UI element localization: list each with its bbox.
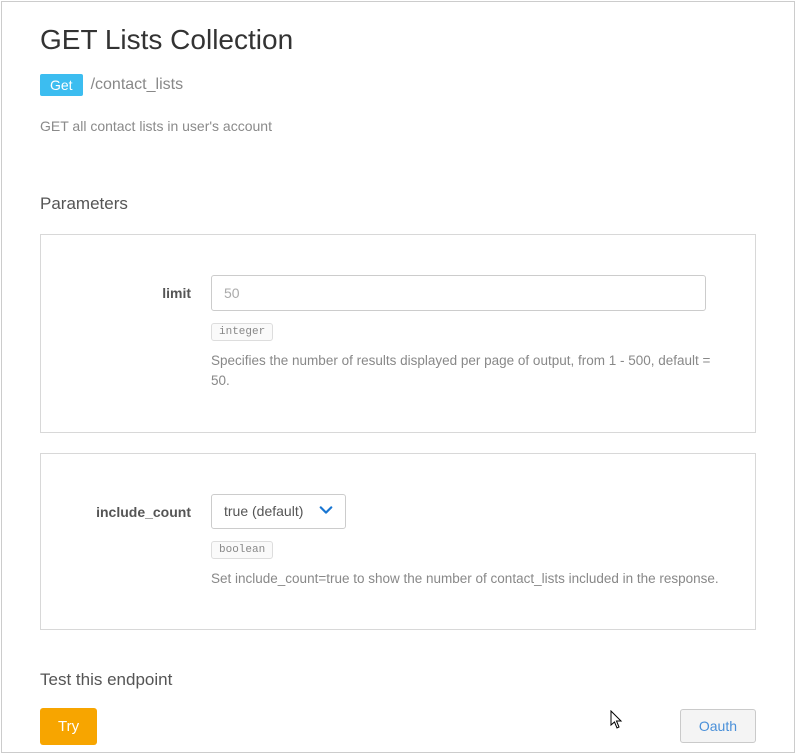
param-limit-label: limit <box>61 275 211 301</box>
button-row: Try Oauth <box>40 708 756 745</box>
param-include-count-box: include_count true (default) boolean Set… <box>40 453 756 630</box>
param-include-count-select[interactable]: true (default) <box>211 494 346 529</box>
endpoint-description: GET all contact lists in user's account <box>40 118 756 134</box>
test-endpoint-header: Test this endpoint <box>40 670 756 690</box>
endpoint-line: Get /contact_lists <box>40 74 756 96</box>
page-title: GET Lists Collection <box>40 24 756 56</box>
http-method-badge: Get <box>40 74 83 96</box>
endpoint-path: /contact_lists <box>91 76 183 94</box>
api-doc-panel: GET Lists Collection Get /contact_lists … <box>1 1 795 753</box>
param-limit-description: Specifies the number of results displaye… <box>211 351 725 392</box>
param-include-count-description: Set include_count=true to show the numbe… <box>211 569 725 589</box>
param-include-count-label: include_count <box>61 494 211 520</box>
param-limit-box: limit integer Specifies the number of re… <box>40 234 756 433</box>
param-include-count-type: boolean <box>211 541 273 559</box>
chevron-down-icon <box>319 503 333 520</box>
parameters-header: Parameters <box>40 194 756 214</box>
try-button[interactable]: Try <box>40 708 97 745</box>
param-include-count-selected-value: true (default) <box>224 503 303 519</box>
param-limit-type: integer <box>211 323 273 341</box>
param-limit-input[interactable] <box>211 275 706 311</box>
oauth-button[interactable]: Oauth <box>680 709 756 743</box>
